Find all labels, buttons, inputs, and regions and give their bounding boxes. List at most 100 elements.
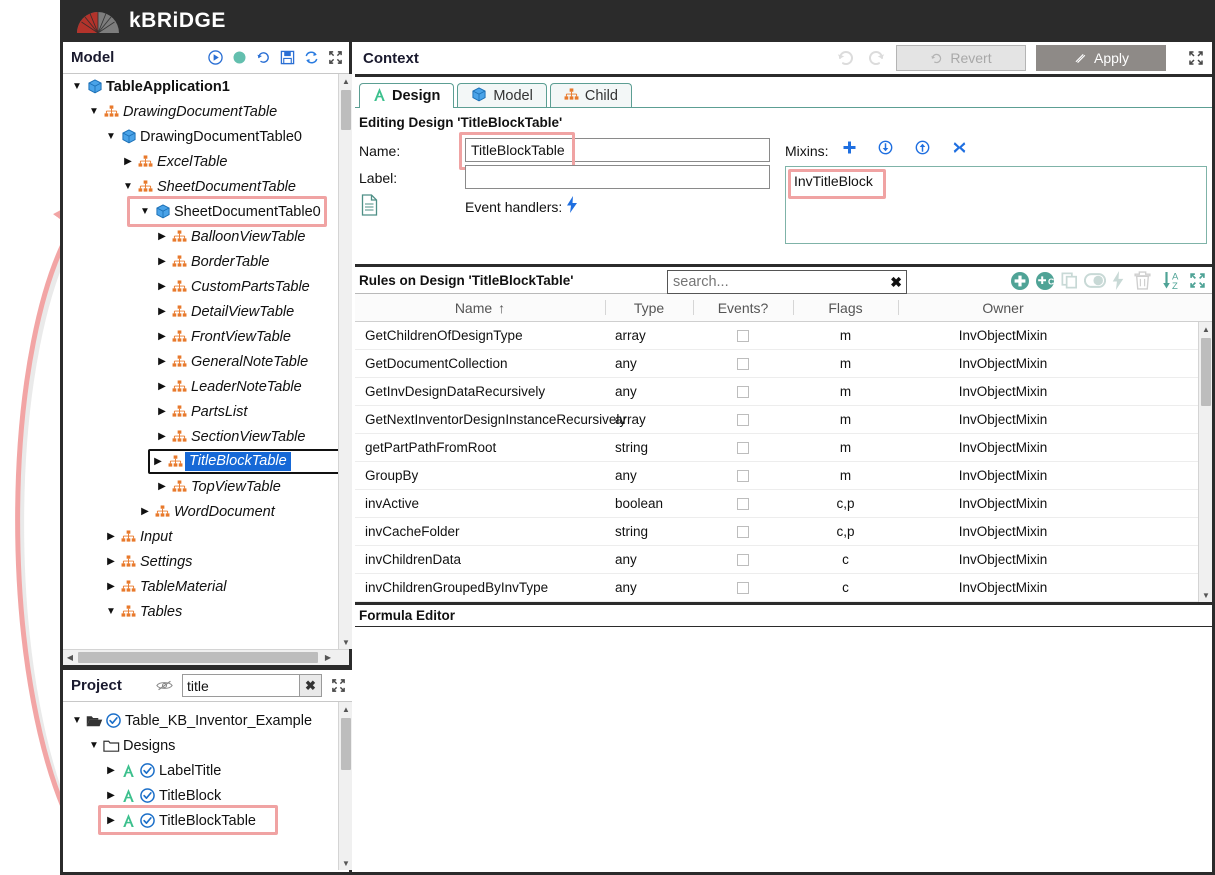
scroll-thumb[interactable] — [341, 90, 351, 130]
model-tree[interactable]: ▼ TableApplication1 ▼ DrawingDocumentTable ▼… — [63, 74, 352, 649]
tab-design[interactable]: Design — [359, 83, 455, 109]
rule-events-cell[interactable] — [693, 434, 793, 461]
expand-icon[interactable] — [328, 50, 343, 65]
model-tree-item-generalnotetable[interactable]: ▶ GeneralNoteTable — [63, 349, 338, 374]
expand-icon[interactable] — [1189, 272, 1206, 289]
tree-caret-icon[interactable]: ▶ — [103, 581, 119, 592]
project-tree-item-titleblocktable[interactable]: ▶ TitleBlockTable — [63, 808, 338, 833]
document-icon[interactable] — [360, 194, 379, 216]
table-row[interactable]: GetDocumentCollection any m InvObjectMixin — [355, 350, 1198, 378]
events-checkbox[interactable] — [737, 497, 749, 510]
project-tree[interactable]: ▼ Table_KB_Inventor_Example ▼ Designs ▶ Label… — [63, 702, 352, 870]
tree-caret-icon[interactable]: ▶ — [103, 556, 119, 567]
project-tree-item-labeltitle[interactable]: ▶ LabelTitle — [63, 758, 338, 783]
tree-caret-icon[interactable]: ▼ — [69, 715, 85, 726]
table-row[interactable]: GetNextInventorDesignInstanceRecursively… — [355, 406, 1198, 434]
table-row[interactable]: GroupBy any m InvObjectMixin — [355, 462, 1198, 490]
tree-caret-icon[interactable]: ▶ — [154, 231, 170, 242]
rules-vscrollbar[interactable]: ▲ ▼ — [1198, 322, 1212, 602]
model-tree-item-worddocument[interactable]: ▶ WordDocument — [63, 499, 338, 524]
tree-caret-icon[interactable]: ▼ — [86, 740, 102, 751]
scroll-left-arrow[interactable]: ◀ — [63, 650, 77, 665]
rules-search-input[interactable] — [667, 270, 907, 294]
events-checkbox[interactable] — [737, 441, 749, 454]
add-rule-icon[interactable] — [1010, 271, 1030, 291]
rule-events-cell[interactable] — [693, 378, 793, 405]
tree-caret-icon[interactable]: ▶ — [154, 256, 170, 267]
tree-caret-icon[interactable]: ▶ — [154, 306, 170, 317]
scroll-up-arrow[interactable]: ▲ — [1199, 322, 1212, 336]
tree-caret-icon[interactable]: ▶ — [137, 506, 153, 517]
events-checkbox[interactable] — [737, 385, 749, 398]
rules-column-header-owner[interactable]: Owner — [898, 294, 1108, 321]
scroll-thumb-h[interactable] — [78, 652, 318, 663]
tree-caret-icon[interactable]: ▶ — [150, 456, 166, 467]
expand-icon[interactable] — [331, 678, 346, 693]
tree-caret-icon[interactable]: ▶ — [154, 281, 170, 292]
scroll-up-arrow[interactable]: ▲ — [339, 74, 352, 88]
remove-mixin-icon[interactable] — [952, 140, 967, 160]
tree-caret-icon[interactable]: ▶ — [154, 331, 170, 342]
rule-events-cell[interactable] — [693, 350, 793, 377]
table-row[interactable]: GetChildrenOfDesignType array m InvObjectMi… — [355, 322, 1198, 350]
model-tree-item-titleblocktable[interactable]: ▶ TitleBlockTable — [148, 449, 338, 474]
mixins-list[interactable]: InvTitleBlock — [785, 166, 1207, 244]
apply-button[interactable]: Apply — [1036, 45, 1166, 71]
rule-events-cell[interactable] — [693, 518, 793, 545]
rule-events-cell[interactable] — [693, 406, 793, 433]
table-row[interactable]: invCacheFolder string c,p InvObjectMixin — [355, 518, 1198, 546]
scroll-right-arrow[interactable]: ▶ — [321, 650, 335, 665]
model-tree-item-tables[interactable]: ▼ Tables — [63, 599, 338, 624]
model-tree-item-balloonviewtable[interactable]: ▶ BalloonViewTable — [63, 224, 338, 249]
refresh-icon[interactable] — [304, 50, 319, 65]
model-tree-item-tableapplication1[interactable]: ▼ TableApplication1 — [63, 74, 338, 99]
tree-caret-icon[interactable]: ▶ — [120, 156, 136, 167]
model-tree-item-exceltable[interactable]: ▶ ExcelTable — [63, 149, 338, 174]
tree-caret-icon[interactable]: ▼ — [69, 81, 85, 92]
scroll-down-arrow[interactable]: ▼ — [1199, 588, 1212, 602]
model-tree-item-custompartstable[interactable]: ▶ CustomPartsTable — [63, 274, 338, 299]
table-row[interactable]: GetInvDesignDataRecursively any m InvObject… — [355, 378, 1198, 406]
project-tree-item-table_kb_inventor_example[interactable]: ▼ Table_KB_Inventor_Example — [63, 708, 338, 733]
model-tree-item-topviewtable[interactable]: ▶ TopViewTable — [63, 474, 338, 499]
history-icon[interactable] — [256, 50, 271, 65]
rule-events-cell[interactable] — [693, 546, 793, 573]
model-tree-item-sheetdocumenttable0[interactable]: ▼ SheetDocumentTable0 — [63, 199, 338, 224]
tree-caret-icon[interactable]: ▶ — [103, 765, 119, 776]
model-tree-item-sheetdocumenttable[interactable]: ▼ SheetDocumentTable — [63, 174, 338, 199]
tree-caret-icon[interactable]: ▶ — [154, 481, 170, 492]
formula-editor-body[interactable] — [355, 627, 1212, 807]
project-tree-item-titleblock[interactable]: ▶ TitleBlock — [63, 783, 338, 808]
tree-caret-icon[interactable]: ▶ — [154, 356, 170, 367]
project-tree-item-designs[interactable]: ▼ Designs — [63, 733, 338, 758]
redo-icon[interactable] — [866, 48, 886, 68]
tree-caret-icon[interactable]: ▼ — [86, 106, 102, 117]
events-checkbox[interactable] — [737, 329, 749, 342]
model-tree-item-bordertable[interactable]: ▶ BorderTable — [63, 249, 338, 274]
events-checkbox[interactable] — [737, 469, 749, 482]
table-row[interactable]: invActive boolean c,p InvObjectMixin — [355, 490, 1198, 518]
rules-column-header-type[interactable]: Type — [605, 294, 693, 321]
events-checkbox[interactable] — [737, 581, 749, 594]
model-tree-hscrollbar[interactable]: ◀ ▶ — [63, 649, 349, 665]
project-search-clear-button[interactable]: ✖ — [300, 674, 322, 697]
rules-column-header-name[interactable]: Name ↑ — [355, 294, 605, 321]
table-row[interactable]: invChildrenData any c InvObjectMixin — [355, 546, 1198, 574]
undo-icon[interactable] — [836, 48, 856, 68]
tree-caret-icon[interactable]: ▶ — [103, 531, 119, 542]
model-tree-item-sectionviewtable[interactable]: ▶ SectionViewTable — [63, 424, 338, 449]
toggle-rule-icon[interactable] — [1084, 272, 1106, 289]
model-tree-item-drawingdocumenttable0[interactable]: ▼ DrawingDocumentTable0 — [63, 124, 338, 149]
project-search-input[interactable] — [182, 674, 300, 697]
model-tree-item-drawingdocumenttable[interactable]: ▼ DrawingDocumentTable — [63, 99, 338, 124]
scroll-down-arrow[interactable]: ▼ — [339, 856, 352, 870]
context-tabs[interactable]: Design Model Child — [355, 82, 1212, 109]
rule-events-cell[interactable] — [693, 490, 793, 517]
tree-caret-icon[interactable]: ▶ — [154, 431, 170, 442]
model-tree-item-detailviewtable[interactable]: ▶ DetailViewTable — [63, 299, 338, 324]
add-mixin-icon[interactable] — [842, 140, 857, 160]
move-down-icon[interactable] — [878, 140, 893, 160]
events-checkbox[interactable] — [737, 553, 749, 566]
move-up-icon[interactable] — [915, 140, 930, 160]
events-checkbox[interactable] — [737, 357, 749, 370]
